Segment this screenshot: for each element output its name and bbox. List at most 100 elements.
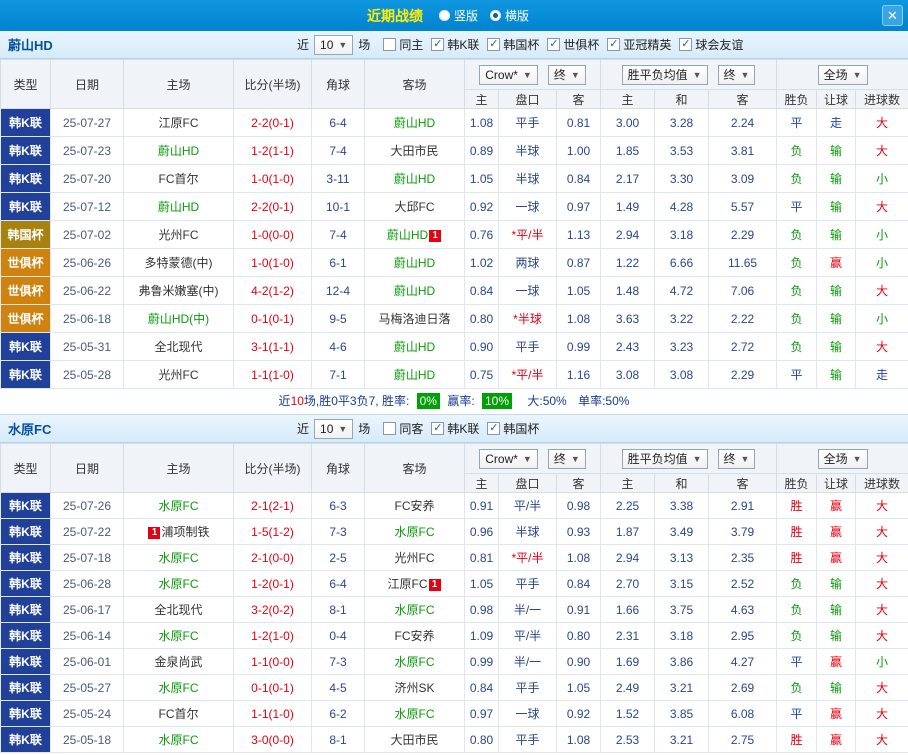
asia-handicap: *平/半 (499, 545, 557, 571)
team-name: 金泉尚武 (154, 655, 202, 669)
result-wdl: 负 (777, 249, 817, 277)
europe-away-odds: 2.35 (709, 545, 777, 571)
odds-company-select[interactable]: Crow*▼ (479, 449, 538, 469)
filter-checkbox[interactable]: ✓世俱杯 (547, 36, 599, 53)
corner-score: 7-1 (312, 361, 365, 389)
match-date: 25-06-22 (51, 277, 124, 305)
odds-final-value: 终 (554, 450, 566, 467)
result-wdl: 胜 (777, 519, 817, 545)
asia-away-odds: 0.98 (557, 493, 601, 519)
europe-home-odds: 2.17 (601, 165, 655, 193)
europe-draw-odds: 3.53 (655, 137, 709, 165)
match-row: 韩K联25-05-18水原FC3-0(0-0)8-1大田市民0.80平手1.08… (1, 727, 908, 753)
filter-checkbox[interactable]: ✓亚冠精英 (607, 36, 671, 53)
match-row: 世俱杯25-06-18蔚山HD(中)0-1(0-1)9-5马梅洛迪日落0.80*… (1, 305, 908, 333)
filter-checkbox[interactable]: ✓韩K联 (431, 420, 479, 437)
asia-home-odds: 0.91 (465, 493, 499, 519)
subcol-goals: 进球数 (856, 474, 908, 493)
filter-checkbox[interactable]: 同客 (383, 420, 423, 437)
home-team: 水原FC (124, 571, 234, 597)
europe-avg-value: 胜平负均值 (628, 450, 688, 467)
europe-draw-odds: 3.85 (655, 701, 709, 727)
match-score: 2-2(0-1) (234, 109, 312, 137)
summary-count: 10 (291, 394, 304, 408)
team-name: 水原FC (395, 655, 435, 669)
checkbox-label: 世俱杯 (563, 36, 599, 53)
europe-home-odds: 2.70 (601, 571, 655, 597)
europe-home-odds: 3.08 (601, 361, 655, 389)
match-row: 韩国杯25-07-02光州FC1-0(0-0)7-4蔚山HD10.76*平/半1… (1, 221, 908, 249)
scope-select[interactable]: 全场▼ (818, 65, 868, 85)
filter-checkbox[interactable]: ✓韩国杯 (487, 36, 539, 53)
europe-draw-odds: 3.22 (655, 305, 709, 333)
home-team: 弗鲁米嫩塞(中) (124, 277, 234, 305)
odds-final-select[interactable]: 终▼ (548, 65, 586, 85)
team-name: 江原FC (388, 577, 428, 591)
match-date: 25-07-20 (51, 165, 124, 193)
odds-final-select[interactable]: 终▼ (548, 449, 586, 469)
away-team: 水原FC (365, 519, 465, 545)
europe-draw-odds: 3.21 (655, 727, 709, 753)
team-name: 水原FC (395, 525, 435, 539)
europe-draw-odds: 3.86 (655, 649, 709, 675)
europe-final-select[interactable]: 终▼ (718, 65, 756, 85)
result-wdl: 负 (777, 221, 817, 249)
result-wdl: 平 (777, 649, 817, 675)
europe-away-odds: 5.57 (709, 193, 777, 221)
europe-final-select[interactable]: 终▼ (718, 449, 756, 469)
result-handicap: 输 (817, 333, 856, 361)
match-row: 韩K联25-05-28光州FC1-1(1-0)7-1蔚山HD0.75*平/半1.… (1, 361, 908, 389)
match-date: 25-06-01 (51, 649, 124, 675)
asia-handicap: 平手 (499, 571, 557, 597)
competition-badge: 韩K联 (1, 193, 51, 221)
competition-badge: 韩K联 (1, 165, 51, 193)
single-rate-label: 单率:50% (578, 394, 629, 408)
europe-away-odds: 2.24 (709, 109, 777, 137)
europe-draw-odds: 3.15 (655, 571, 709, 597)
match-date: 25-07-22 (51, 519, 124, 545)
filter-checkbox[interactable]: ✓韩国杯 (487, 420, 539, 437)
col-corner: 角球 (312, 444, 365, 493)
europe-away-odds: 2.75 (709, 727, 777, 753)
filter-checkbox[interactable]: ✓韩K联 (431, 36, 479, 53)
checkbox-checked-icon: ✓ (547, 38, 560, 51)
radio-label: 竖版 (454, 7, 478, 24)
match-row: 韩K联25-06-01金泉尚武1-1(0-0)7-3水原FC0.99半/一0.9… (1, 649, 908, 675)
europe-away-odds: 2.22 (709, 305, 777, 333)
europe-home-odds: 2.43 (601, 333, 655, 361)
competition-badge: 世俱杯 (1, 249, 51, 277)
match-row: 韩K联25-07-27江原FC2-2(0-1)6-4蔚山HD1.08平手0.81… (1, 109, 908, 137)
match-row: 韩K联25-06-17全北现代3-2(0-2)8-1水原FC0.98半/一0.9… (1, 597, 908, 623)
asia-handicap: 平手 (499, 333, 557, 361)
corner-score: 3-11 (312, 165, 365, 193)
odds-company-select[interactable]: Crow*▼ (479, 65, 538, 85)
europe-home-odds: 2.94 (601, 545, 655, 571)
layout-radio-horizontal[interactable]: 横版 (490, 7, 529, 24)
chevron-down-icon: ▼ (338, 424, 347, 434)
europe-away-odds: 2.95 (709, 623, 777, 649)
odds-company-value: Crow* (485, 68, 518, 82)
match-count-select[interactable]: 10 ▼ (314, 419, 353, 439)
team-name: 水原FC (159, 577, 199, 591)
match-count-select[interactable]: 10 ▼ (314, 35, 353, 55)
scope-header: 全场▼ (777, 444, 908, 474)
result-goals: 大 (856, 571, 908, 597)
competition-badge: 韩K联 (1, 545, 51, 571)
filter-checkbox[interactable]: ✓球会友谊 (679, 36, 743, 53)
home-team: 江原FC (124, 109, 234, 137)
chevron-down-icon: ▼ (571, 70, 580, 80)
result-handicap: 赢 (817, 249, 856, 277)
europe-avg-select[interactable]: 胜平负均值▼ (622, 65, 708, 85)
chevron-down-icon: ▼ (741, 454, 750, 464)
scope-select[interactable]: 全场▼ (818, 449, 868, 469)
layout-radio-vertical[interactable]: 竖版 (439, 7, 478, 24)
filter-checkbox[interactable]: 同主 (383, 36, 423, 53)
team-name: 江原FC (159, 116, 199, 130)
europe-avg-select[interactable]: 胜平负均值▼ (622, 449, 708, 469)
asia-odds-header: Crow*▼ 终▼ (465, 444, 601, 474)
away-team: 济州SK (365, 675, 465, 701)
match-row: 韩K联25-07-221浦项制铁1-5(1-2)7-3水原FC0.96半球0.9… (1, 519, 908, 545)
close-icon[interactable]: ✕ (882, 5, 903, 26)
match-score: 1-1(1-0) (234, 361, 312, 389)
col-type: 类型 (1, 444, 51, 493)
